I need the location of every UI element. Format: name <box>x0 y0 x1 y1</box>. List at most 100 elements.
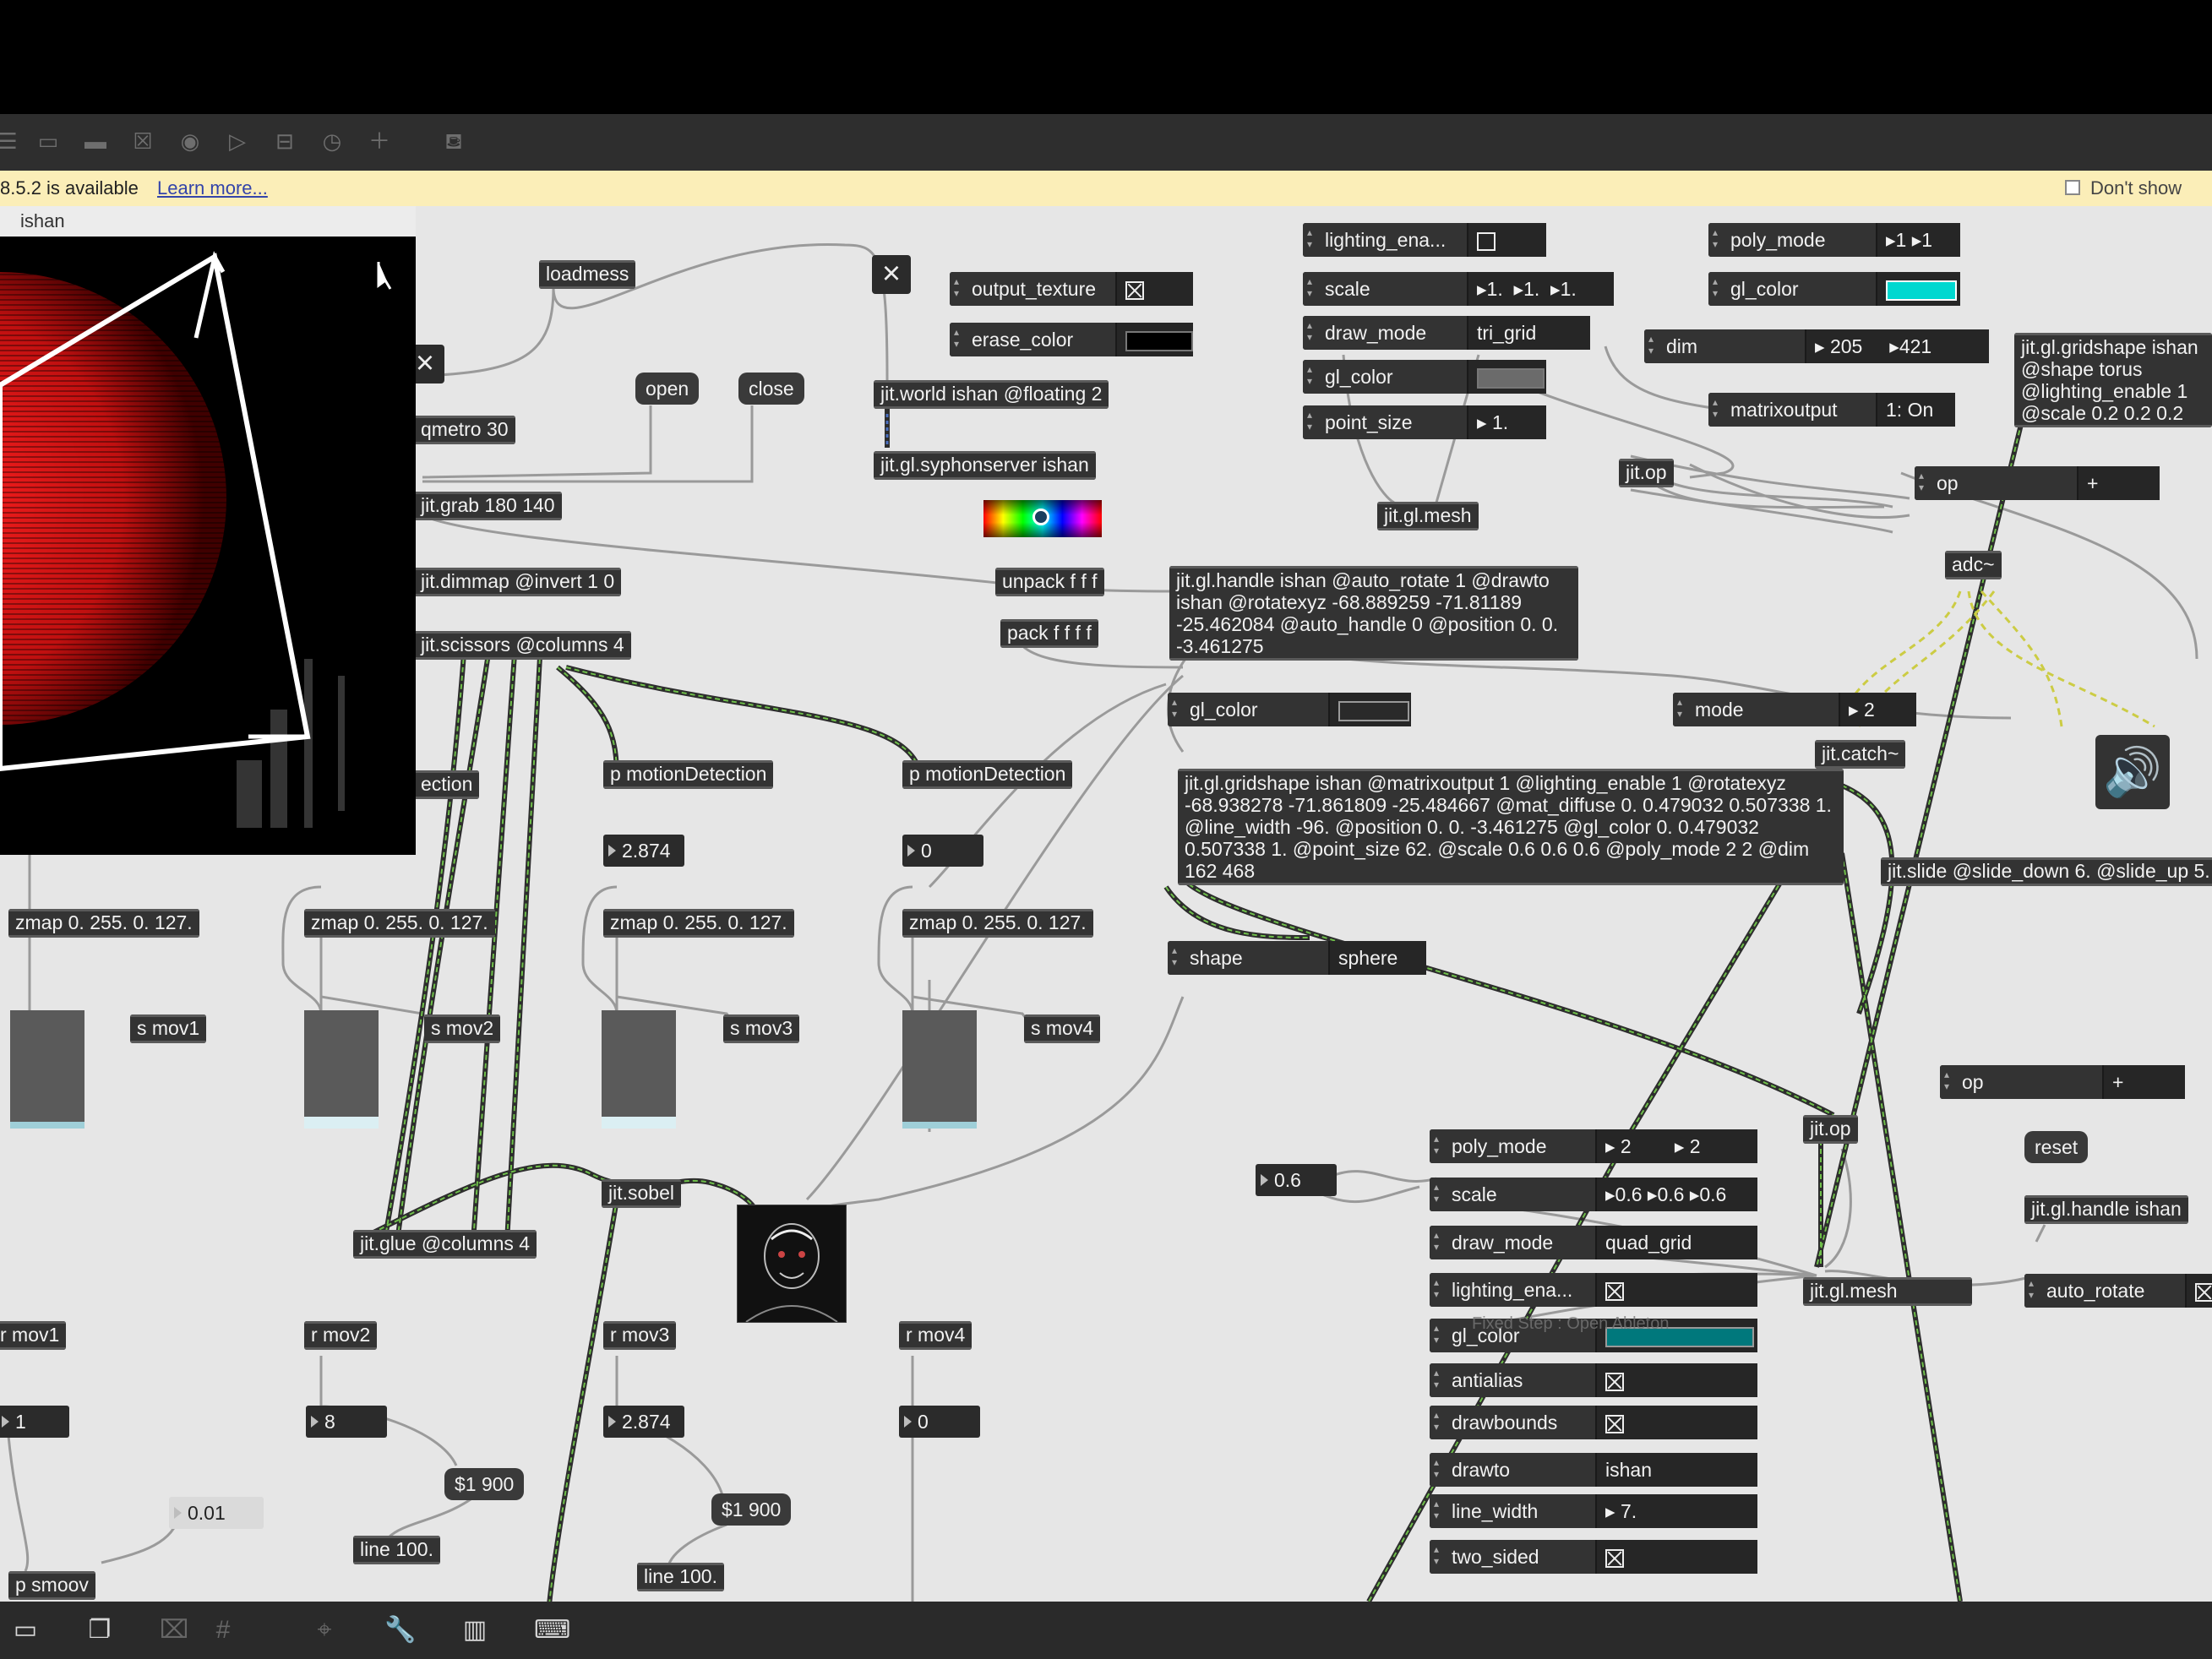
mesh-drawbounds-attr[interactable]: drawbounds <box>1430 1406 1757 1439</box>
dim-values[interactable]: ▸ 205 ▸421 <box>1805 329 1989 363</box>
motion-3-number[interactable]: 0 <box>902 835 983 867</box>
mesh-poly-mode-attr[interactable]: poly_mode ▸ 2 ▸ 2 <box>1430 1129 1757 1163</box>
line-object-2[interactable]: line 100. <box>637 1563 724 1591</box>
auto-rotate-value[interactable] <box>2185 1274 2212 1308</box>
color-picker-cursor[interactable] <box>1032 509 1049 525</box>
cyan-color-swatch[interactable] <box>1886 280 1957 301</box>
op-2-attr[interactable]: op + <box>1940 1065 2185 1099</box>
slider-3[interactable] <box>602 1010 676 1129</box>
loadmess-object[interactable]: loadmess <box>539 260 636 289</box>
erase-color-value[interactable] <box>1115 323 1193 356</box>
jit-gl-gridshape-torus-object[interactable]: jit.gl.gridshape ishan @shape torus @lig… <box>2014 333 2212 427</box>
jit-op-1-object[interactable]: jit.op <box>1619 459 1674 487</box>
lighting-enable-checkbox[interactable] <box>1477 231 1496 251</box>
mesh-line-width-value[interactable]: ▸ 7. <box>1595 1494 1757 1528</box>
jit-grab-object[interactable]: jit.grab 180 140 <box>414 492 562 520</box>
motion-2-number[interactable]: 2.874 <box>603 835 684 867</box>
shape-value[interactable]: sphere <box>1328 941 1426 975</box>
gl-color-3-attr[interactable]: gl_color <box>1168 693 1411 726</box>
mesh-lighting-value[interactable] <box>1595 1273 1757 1307</box>
s-mov1-object[interactable]: s mov1 <box>130 1014 207 1043</box>
output-texture-checkbox[interactable] <box>1125 280 1144 300</box>
mesh-scale-value[interactable]: ▸0.6 ▸0.6 ▸0.6 <box>1595 1178 1757 1211</box>
computer-keyboard-icon[interactable]: ⌨ <box>534 1613 570 1647</box>
jit-gl-handle-long-object[interactable]: jit.gl.handle ishan @auto_rotate 1 @draw… <box>1169 566 1578 661</box>
open-message[interactable]: open <box>635 373 700 405</box>
point-size-value[interactable]: ▸ 1. <box>1467 405 1546 439</box>
matrixoutput-value[interactable]: 1: On <box>1876 393 1955 427</box>
close-message[interactable]: close <box>738 373 804 405</box>
mesh-drawto-attr[interactable]: drawto ishan <box>1430 1453 1757 1487</box>
r-mov1-object[interactable]: r mov1 <box>0 1321 67 1350</box>
mode-value[interactable]: ▸ 2 <box>1839 693 1916 726</box>
qmetro-object[interactable]: qmetro 30 <box>414 416 515 444</box>
mesh-antialias-checkbox[interactable] <box>1605 1372 1624 1391</box>
snap-icon[interactable]: ⌖ <box>308 1613 341 1647</box>
point-size-attr[interactable]: point_size ▸ 1. <box>1303 405 1546 439</box>
wrench-icon[interactable]: 🔧 <box>384 1613 417 1647</box>
zmap-2-object[interactable]: zmap 0. 255. 0. 127. <box>304 909 495 938</box>
scale-attr[interactable]: scale ▸1. ▸1. ▸1. <box>1303 272 1614 306</box>
r-mov4-number[interactable]: 0 <box>899 1406 980 1438</box>
erase-color-swatch[interactable] <box>1125 330 1193 351</box>
mesh-antialias-value[interactable] <box>1595 1363 1757 1397</box>
jit-sobel-object[interactable]: jit.sobel <box>602 1179 681 1208</box>
locked-icon[interactable]: ⌧ <box>157 1613 191 1647</box>
windows-icon[interactable]: ❐ <box>83 1613 117 1647</box>
zmap-3-object[interactable]: zmap 0. 255. 0. 127. <box>603 909 794 938</box>
reset-message[interactable]: reset <box>2024 1131 2089 1163</box>
mode-attr[interactable]: mode ▸ 2 <box>1673 693 1916 726</box>
mesh-draw-mode-attr[interactable]: draw_mode quad_grid <box>1430 1226 1757 1259</box>
pack-object[interactable]: pack f f f f <box>1000 619 1098 648</box>
output-texture-attr[interactable]: output_texture <box>950 272 1193 306</box>
dollar-900-message-1[interactable]: $1 900 <box>444 1468 525 1500</box>
mesh-two-sided-attr[interactable]: two_sided <box>1430 1540 1757 1574</box>
comment-icon[interactable]: ▭ <box>35 128 61 154</box>
jit-op-2-object[interactable]: jit.op <box>1803 1115 1858 1144</box>
mesh-lighting-attr[interactable]: lighting_ena... <box>1430 1273 1757 1307</box>
r-mov3-number[interactable]: 2.874 <box>603 1406 684 1438</box>
grid-icon[interactable]: # <box>206 1613 240 1647</box>
gl-color-2-attr[interactable]: gl_color <box>1708 272 1960 306</box>
s-mov3-object[interactable]: s mov3 <box>723 1014 800 1043</box>
jit-gl-mesh-1-object[interactable]: jit.gl.mesh <box>1377 502 1479 530</box>
preview-titlebar[interactable]: ishan <box>0 206 416 237</box>
mesh-drawbounds-checkbox[interactable] <box>1605 1414 1624 1433</box>
auto-rotate-attr[interactable]: auto_rotate <box>2024 1274 2212 1308</box>
poly-mode-values[interactable]: ▸1 ▸1 <box>1876 223 1960 257</box>
mesh-drawbounds-value[interactable] <box>1595 1406 1757 1439</box>
patcher-icon[interactable]: ☰ <box>0 128 20 154</box>
smoov-number[interactable]: 0.01 <box>169 1497 264 1529</box>
button-icon[interactable]: ◉ <box>177 128 203 154</box>
dim-attr[interactable]: dim ▸ 205 ▸421 <box>1644 329 1989 363</box>
playbar-icon[interactable]: ▷ <box>225 128 250 154</box>
jit-scissors-object[interactable]: jit.scissors @columns 4 <box>414 631 631 660</box>
adc-object[interactable]: adc~ <box>1945 551 2002 579</box>
scale-values[interactable]: ▸1. ▸1. ▸1. <box>1467 272 1614 306</box>
p-motiondetection-1-object[interactable]: ection <box>414 770 480 799</box>
lighting-enable-attr[interactable]: lighting_ena... <box>1303 223 1546 257</box>
zmap-1-object[interactable]: zmap 0. 255. 0. 127. <box>8 909 199 938</box>
r-mov2-object[interactable]: r mov2 <box>304 1321 378 1350</box>
mesh-poly-mode-value[interactable]: ▸ 2 ▸ 2 <box>1595 1129 1757 1163</box>
zmap-4-object[interactable]: zmap 0. 255. 0. 127. <box>902 909 1093 938</box>
world-toggle[interactable]: × <box>872 255 911 294</box>
p-smoov-object[interactable]: p smoov <box>8 1571 95 1600</box>
output-texture-value[interactable] <box>1115 272 1193 306</box>
slider-2[interactable] <box>304 1010 379 1129</box>
r-mov4-object[interactable]: r mov4 <box>899 1321 973 1350</box>
dollar-900-message-2[interactable]: $1 900 <box>711 1493 792 1526</box>
mesh-scale-attr[interactable]: scale ▸0.6 ▸0.6 ▸0.6 <box>1430 1178 1757 1211</box>
slider-4[interactable] <box>902 1010 977 1129</box>
r-mov1-number[interactable]: 1 <box>0 1406 69 1438</box>
lighting-enable-value[interactable] <box>1467 223 1546 257</box>
slider-icon[interactable]: ⊟ <box>272 128 297 154</box>
mesh-antialias-attr[interactable]: antialias <box>1430 1363 1757 1397</box>
draw-mode-attr[interactable]: draw_mode tri_grid <box>1303 316 1590 350</box>
erase-color-attr[interactable]: erase_color <box>950 323 1193 356</box>
unpack-object[interactable]: unpack f f f <box>995 568 1104 596</box>
dont-show-checkbox[interactable] <box>2065 180 2080 195</box>
shape-attr[interactable]: shape sphere <box>1168 941 1426 975</box>
poly-mode-attr[interactable]: poly_mode ▸1 ▸1 <box>1708 223 1960 257</box>
jit-syphonserver-object[interactable]: jit.gl.syphonserver ishan <box>874 451 1096 480</box>
